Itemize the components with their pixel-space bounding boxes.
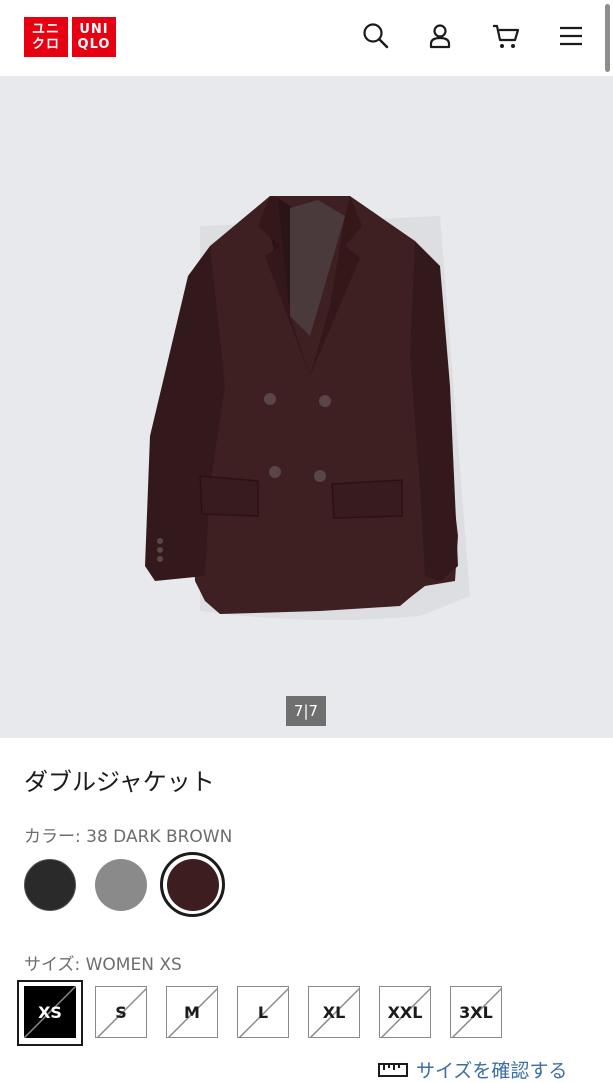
size-guide-label: サイズを確認する <box>416 1060 568 1082</box>
ruler-icon <box>378 1062 408 1077</box>
menu-icon[interactable] <box>555 20 587 52</box>
color-label: カラー: 38 DARK BROWN <box>24 827 233 847</box>
size-button-xxl[interactable]: XXL <box>379 986 431 1038</box>
site-header: ユニ クロ UNI QLO <box>0 0 613 76</box>
color-swatch-dark-brown[interactable] <box>167 859 219 911</box>
size-button-xs[interactable]: XS <box>24 986 76 1038</box>
search-icon[interactable] <box>360 20 392 52</box>
cart-icon[interactable] <box>490 20 522 52</box>
size-button-3xl[interactable]: 3XL <box>450 986 502 1038</box>
size-guide-link[interactable]: サイズを確認する <box>378 1056 567 1083</box>
uniqlo-logo[interactable]: ユニ クロ UNI QLO <box>24 17 116 57</box>
size-button-s[interactable]: S <box>95 986 147 1038</box>
size-button-m[interactable]: M <box>166 986 218 1038</box>
size-button-xl[interactable]: XL <box>308 986 360 1038</box>
color-swatch-black[interactable] <box>24 859 76 911</box>
size-label: サイズ: WOMEN XS <box>24 955 182 975</box>
logo-latin-box: UNI QLO <box>72 17 116 57</box>
size-button-l[interactable]: L <box>237 986 289 1038</box>
product-image-gallery[interactable] <box>0 76 613 738</box>
account-icon[interactable] <box>424 20 456 52</box>
logo-katakana-box: ユニ クロ <box>24 17 68 57</box>
jacket-image <box>145 196 470 620</box>
color-swatch-gray[interactable] <box>95 859 147 911</box>
image-counter: 7|7 <box>286 696 326 726</box>
product-title: ダブルジャケット <box>24 768 215 796</box>
scrollbar[interactable] <box>605 4 610 72</box>
